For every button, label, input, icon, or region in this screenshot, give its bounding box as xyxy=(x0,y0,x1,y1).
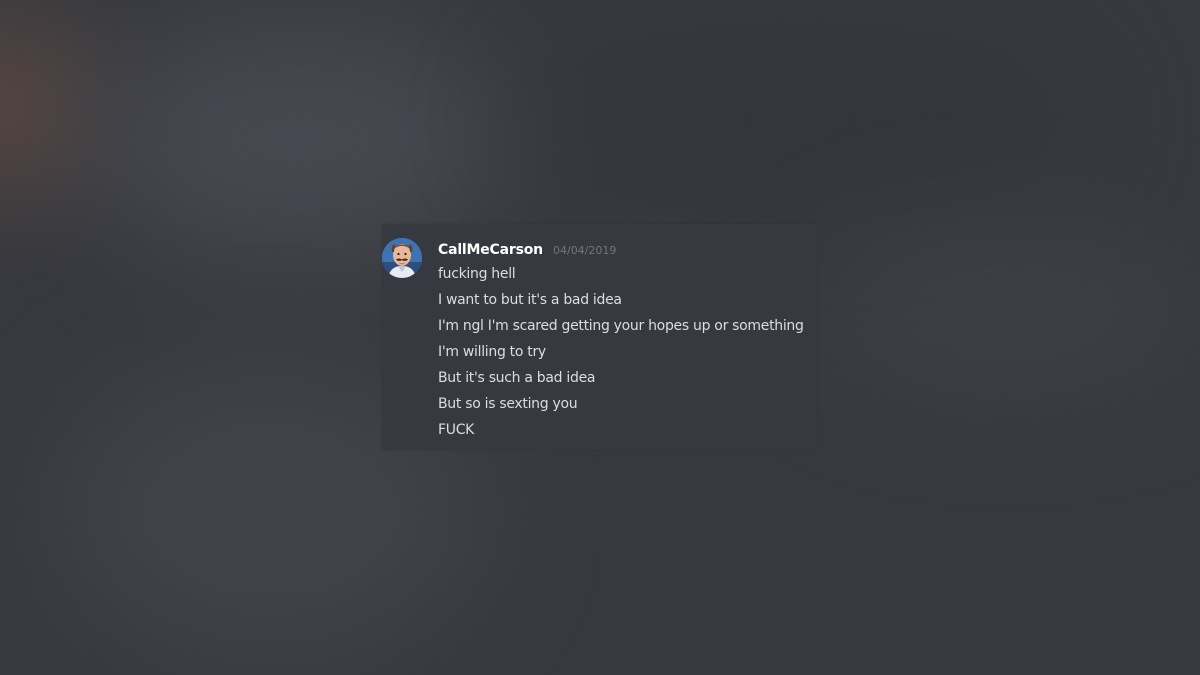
message-line: But so is sexting you xyxy=(438,396,578,412)
background-blur-right xyxy=(820,240,1200,380)
avatar-portrait-icon xyxy=(382,238,422,278)
message-line: I'm ngl I'm scared getting your hopes up… xyxy=(438,318,804,334)
background-blur-orange xyxy=(0,30,80,180)
user-avatar[interactable] xyxy=(382,238,422,278)
message-line: I'm willing to try xyxy=(438,344,546,360)
message-line: FUCK xyxy=(438,422,475,438)
message-author[interactable]: CallMeCarson xyxy=(438,242,543,258)
message-line: I want to but it's a bad idea xyxy=(438,292,622,308)
background-blur-center xyxy=(520,40,1080,200)
message-line: But it's such a bad idea xyxy=(438,370,596,386)
screenshot-scene: CallMeCarson 04/04/2019 fucking hell I w… xyxy=(0,0,1200,675)
message-line: fucking hell xyxy=(438,266,516,282)
message-timestamp: 04/04/2019 xyxy=(552,244,617,257)
chat-message: CallMeCarson 04/04/2019 fucking hell I w… xyxy=(382,224,817,450)
message-header: CallMeCarson 04/04/2019 xyxy=(438,239,616,258)
message-lines: fucking hell I want to but it's a bad id… xyxy=(438,261,804,443)
